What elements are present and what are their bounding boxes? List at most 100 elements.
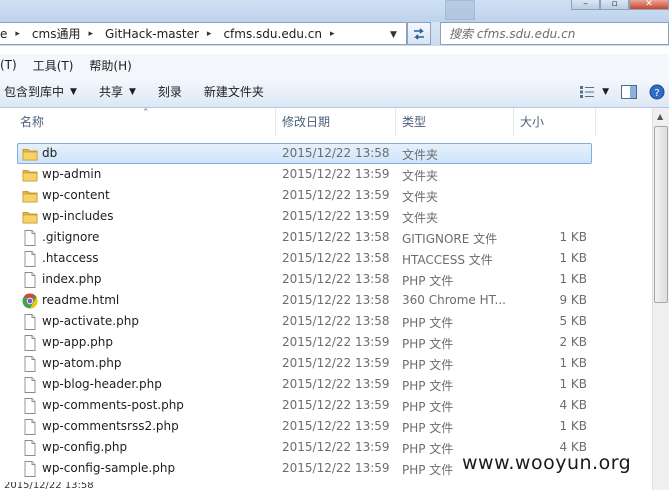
file-date: 2015/12/22 13:59 <box>282 188 390 202</box>
dropdown-arrow-icon: ▼ <box>70 86 77 97</box>
change-view-button[interactable]: ▼ <box>580 86 609 98</box>
chrome-browser-icon <box>22 293 38 309</box>
file-date: 2015/12/22 13:58 <box>282 314 390 328</box>
file-type: PHP 文件 <box>402 463 454 477</box>
menu-item-help[interactable]: 帮助(H) <box>81 57 139 74</box>
file-type: 文件夹 <box>402 148 439 162</box>
file-type: PHP 文件 <box>402 421 454 435</box>
file-size: 9 KB <box>559 293 587 307</box>
file-type: PHP 文件 <box>402 400 454 414</box>
file-type: 文件夹 <box>402 211 439 225</box>
share-button[interactable]: 共享 ▼ <box>88 83 147 100</box>
file-type: PHP 文件 <box>402 337 454 351</box>
file-row[interactable]: wp-blog-header.php 2015/12/22 13:59 PHP 文件… <box>0 374 669 395</box>
file-name: wp-config.php <box>42 440 128 454</box>
file-icon <box>22 461 38 477</box>
address-dropdown-icon[interactable]: ▼ <box>390 30 397 40</box>
preview-pane-button[interactable] <box>621 85 637 99</box>
file-name: .gitignore <box>42 230 100 244</box>
refresh-button[interactable] <box>407 22 431 45</box>
address-bar[interactable]: e ▸ cms通用 ▸ GitHack-master ▸ cfms.sdu.edu.c… <box>0 22 407 45</box>
chevron-right-icon[interactable]: ▸ <box>88 29 93 39</box>
file-icon <box>22 272 38 288</box>
folder-icon <box>22 209 38 225</box>
file-name: wp-commentsrss2.php <box>42 419 179 433</box>
file-row[interactable]: wp-comments-post.php 2015/12/22 13:59 PHP … <box>0 395 669 416</box>
column-header-size[interactable]: 大小 <box>514 108 596 136</box>
status-bar: 2015/12/22 13:58 <box>4 482 94 490</box>
command-bar: 包含到库中 ▼ 共享 ▼ 刻录 新建文件夹 ▼ ? <box>0 76 669 108</box>
file-icon <box>22 398 38 414</box>
file-row[interactable]: index.php 2015/12/22 13:58 PHP 文件 1 KB <box>0 269 669 290</box>
file-row[interactable]: db 2015/12/22 13:58 文件夹 <box>0 143 669 164</box>
file-type: 文件夹 <box>402 190 439 204</box>
file-icon <box>22 251 38 267</box>
file-row[interactable]: readme.html 2015/12/22 13:58 360 Chrome HT… <box>0 290 669 311</box>
breadcrumb-item[interactable]: e ▸ <box>0 27 26 41</box>
file-date: 2015/12/22 13:59 <box>282 167 390 181</box>
minimize-button[interactable]: – <box>571 0 600 10</box>
file-size: 1 KB <box>559 251 587 265</box>
folder-icon <box>22 188 38 204</box>
chevron-right-icon[interactable]: ▸ <box>207 29 212 39</box>
file-name: wp-app.php <box>42 335 114 349</box>
file-date: 2015/12/22 13:58 <box>282 272 390 286</box>
vertical-scrollbar[interactable]: ▲ <box>652 108 669 490</box>
file-size: 2 KB <box>559 335 587 349</box>
file-name: wp-content <box>42 188 110 202</box>
file-size: 1 KB <box>559 356 587 370</box>
file-type: PHP 文件 <box>402 316 454 330</box>
dropdown-arrow-icon: ▼ <box>128 86 136 97</box>
column-header-type[interactable]: 类型 <box>396 108 514 136</box>
breadcrumb-item[interactable]: GitHack-master ▸ <box>99 27 217 41</box>
file-row[interactable]: wp-admin 2015/12/22 13:59 文件夹 <box>0 164 669 185</box>
file-row[interactable]: .gitignore 2015/12/22 13:58 GITIGNORE 文件 1 … <box>0 227 669 248</box>
column-header-date[interactable]: 修改日期 <box>276 108 396 136</box>
help-button[interactable]: ? <box>649 84 665 100</box>
file-icon <box>22 314 38 330</box>
file-type: PHP 文件 <box>402 442 454 456</box>
menu-item-tools[interactable]: 工具(T) <box>25 57 82 74</box>
file-type: 文件夹 <box>402 169 439 183</box>
breadcrumb-item[interactable]: cfms.sdu.edu.cn ▸ <box>217 27 340 41</box>
new-folder-button[interactable]: 新建文件夹 <box>193 83 275 100</box>
file-row[interactable]: wp-activate.php 2015/12/22 13:58 PHP 文件 5 K… <box>0 311 669 332</box>
file-name: wp-admin <box>42 167 102 181</box>
menu-item-view[interactable]: (T) <box>0 58 25 72</box>
file-date: 2015/12/22 13:58 <box>282 251 390 265</box>
scroll-up-icon[interactable]: ▲ <box>657 112 663 121</box>
folder-icon <box>22 167 38 183</box>
view-list-icon <box>580 86 595 98</box>
file-row[interactable]: wp-atom.php 2015/12/22 13:59 PHP 文件 1 KB <box>0 353 669 374</box>
file-name: readme.html <box>42 293 120 307</box>
window-controls: – ▫ ✕ <box>571 0 669 10</box>
file-name: db <box>42 146 58 160</box>
chevron-right-icon[interactable]: ▸ <box>15 29 20 39</box>
scrollbar-thumb[interactable] <box>654 126 668 303</box>
maximize-button[interactable]: ▫ <box>600 0 629 10</box>
file-type: GITIGNORE 文件 <box>402 232 498 246</box>
file-date: 2015/12/22 13:59 <box>282 335 390 349</box>
file-icon <box>22 419 38 435</box>
folder-icon <box>22 146 38 162</box>
include-in-library-button[interactable]: 包含到库中 ▼ <box>0 83 88 100</box>
file-date: 2015/12/22 13:59 <box>282 419 390 433</box>
file-date: 2015/12/22 13:58 <box>282 230 390 244</box>
burn-button[interactable]: 刻录 <box>147 83 193 100</box>
file-size: 1 KB <box>559 377 587 391</box>
file-size: 4 KB <box>559 398 587 412</box>
chevron-right-icon[interactable]: ▸ <box>330 29 335 39</box>
file-row[interactable]: wp-includes 2015/12/22 13:59 文件夹 <box>0 206 669 227</box>
file-row[interactable]: wp-content 2015/12/22 13:59 文件夹 <box>0 185 669 206</box>
background-window-thumbnail <box>445 0 475 20</box>
file-date: 2015/12/22 13:59 <box>282 356 390 370</box>
file-row[interactable]: wp-app.php 2015/12/22 13:59 PHP 文件 2 KB <box>0 332 669 353</box>
address-row: e ▸ cms通用 ▸ GitHack-master ▸ cfms.sdu.edu.c… <box>0 22 669 46</box>
file-name: wp-activate.php <box>42 314 139 328</box>
title-bar: – ▫ ✕ <box>0 0 669 22</box>
search-input[interactable]: 搜索 cfms.sdu.edu.cn <box>440 22 669 45</box>
file-row[interactable]: .htaccess 2015/12/22 13:58 HTACCESS 文件 1 KB <box>0 248 669 269</box>
breadcrumb-item[interactable]: cms通用 ▸ <box>26 25 99 42</box>
close-button[interactable]: ✕ <box>629 0 669 10</box>
file-row[interactable]: wp-commentsrss2.php 2015/12/22 13:59 PHP 文… <box>0 416 669 437</box>
